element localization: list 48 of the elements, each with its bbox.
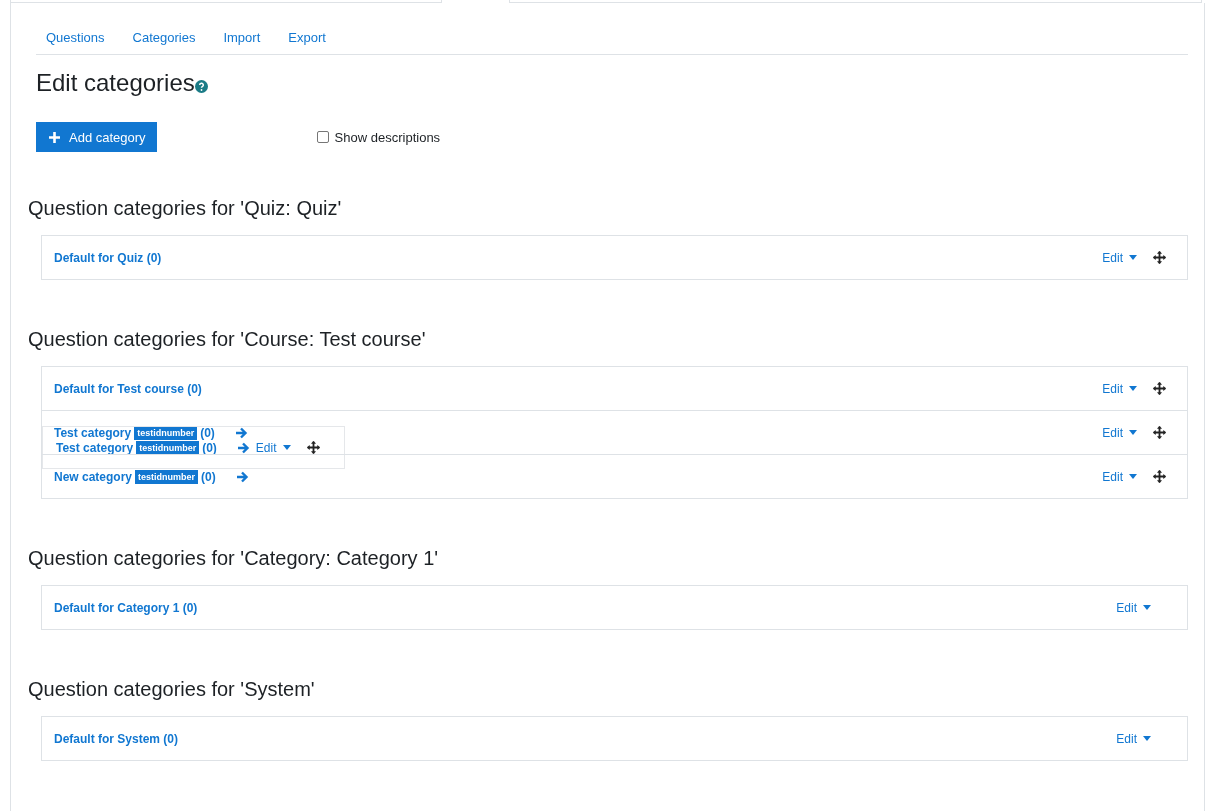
caret-icon — [1129, 430, 1137, 435]
section-heading: Question categories for 'Quiz: Quiz' — [28, 197, 343, 220]
caret-icon — [282, 445, 291, 450]
caret-icon — [1143, 736, 1151, 741]
section-heading: Question categories for 'Course: Test course' — [28, 328, 427, 351]
edit-menu[interactable]: Edit — [1102, 381, 1137, 396]
arrow-right-icon[interactable] — [234, 426, 248, 439]
idnumber-badge: testidnumber — [136, 440, 200, 455]
arrow-right-icon[interactable] — [236, 441, 250, 454]
section-heading: Question categories for 'Category: Category 1' — [28, 547, 440, 570]
nav-tab[interactable]: Import — [213, 27, 271, 54]
move-icon[interactable] — [306, 441, 320, 454]
category-link[interactable]: Test category — [56, 440, 134, 455]
arrow-right-icon[interactable] — [235, 470, 249, 483]
move-icon[interactable] — [1153, 470, 1166, 483]
move-icon[interactable] — [1153, 382, 1166, 395]
plus-icon — [49, 131, 60, 143]
help-icon[interactable] — [194, 79, 208, 93]
question-count: (0) — [201, 469, 216, 484]
checkbox[interactable] — [316, 131, 329, 143]
checkbox-label: Show descriptions — [334, 129, 441, 145]
idnumber-badge: testidnumber — [134, 425, 198, 440]
category-link[interactable]: New category — [54, 469, 133, 484]
caret-icon — [1129, 255, 1137, 260]
move-icon[interactable] — [1153, 426, 1166, 439]
edit-menu[interactable]: Edit — [1102, 469, 1137, 484]
caret-icon — [1129, 386, 1137, 391]
section-heading: Question categories for 'System' — [28, 678, 316, 701]
edit-menu[interactable]: Edit — [1116, 600, 1151, 615]
idnumber-badge: testidnumber — [135, 469, 199, 484]
caret-icon — [1129, 474, 1137, 479]
nav-tab[interactable]: Questions — [36, 27, 115, 54]
edit-menu[interactable]: Edit — [1116, 731, 1151, 746]
question-count: (0) — [200, 425, 215, 440]
category-link[interactable]: Default for System (0) — [54, 731, 179, 746]
nav-tab[interactable]: Categories — [122, 27, 206, 54]
category-link[interactable]: Default for Test course (0) — [54, 381, 202, 396]
page-title: Edit categories — [36, 69, 195, 97]
move-icon[interactable] — [1153, 251, 1166, 264]
edit-menu[interactable]: Edit — [1102, 250, 1137, 265]
category-link[interactable]: Default for Category 1 (0) — [54, 600, 198, 615]
add-category-button[interactable]: Add category — [36, 122, 157, 152]
category-link[interactable]: Test category — [54, 425, 132, 440]
edit-menu[interactable]: Edit — [255, 440, 291, 455]
nav-tab[interactable]: Export — [278, 27, 336, 54]
category-link[interactable]: Default for Quiz (0) — [54, 250, 162, 265]
caret-icon — [1143, 605, 1151, 610]
edit-menu[interactable]: Edit — [1102, 425, 1137, 440]
